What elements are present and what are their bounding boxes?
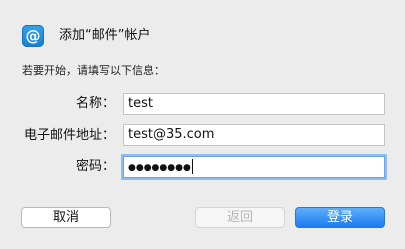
login-button[interactable]: 登录 bbox=[295, 207, 385, 228]
text-caret bbox=[191, 159, 193, 174]
add-mail-account-dialog: @ 添加“邮件”帐户 若要开始，请填写以下信息： 名称： test 电子邮件地址… bbox=[0, 0, 405, 249]
name-label: 名称： bbox=[75, 96, 115, 111]
intro-text: 若要开始，请填写以下信息： bbox=[22, 64, 165, 77]
dialog-title: 添加“邮件”帐户 bbox=[59, 28, 151, 43]
back-button[interactable]: 返回 bbox=[195, 207, 285, 228]
password-field[interactable]: ●●●●●●●● bbox=[123, 156, 385, 178]
name-field-value: test bbox=[128, 96, 153, 111]
cancel-button[interactable]: 取消 bbox=[21, 207, 111, 228]
password-label: 密码： bbox=[75, 159, 115, 174]
mail-at-icon: @ bbox=[22, 25, 44, 47]
email-label: 电子邮件地址： bbox=[23, 128, 115, 143]
name-field[interactable]: test bbox=[123, 93, 385, 115]
email-field[interactable]: test@35.com bbox=[123, 124, 385, 146]
password-field-value: ●●●●●●●● bbox=[128, 163, 191, 173]
email-field-value: test@35.com bbox=[128, 127, 215, 142]
